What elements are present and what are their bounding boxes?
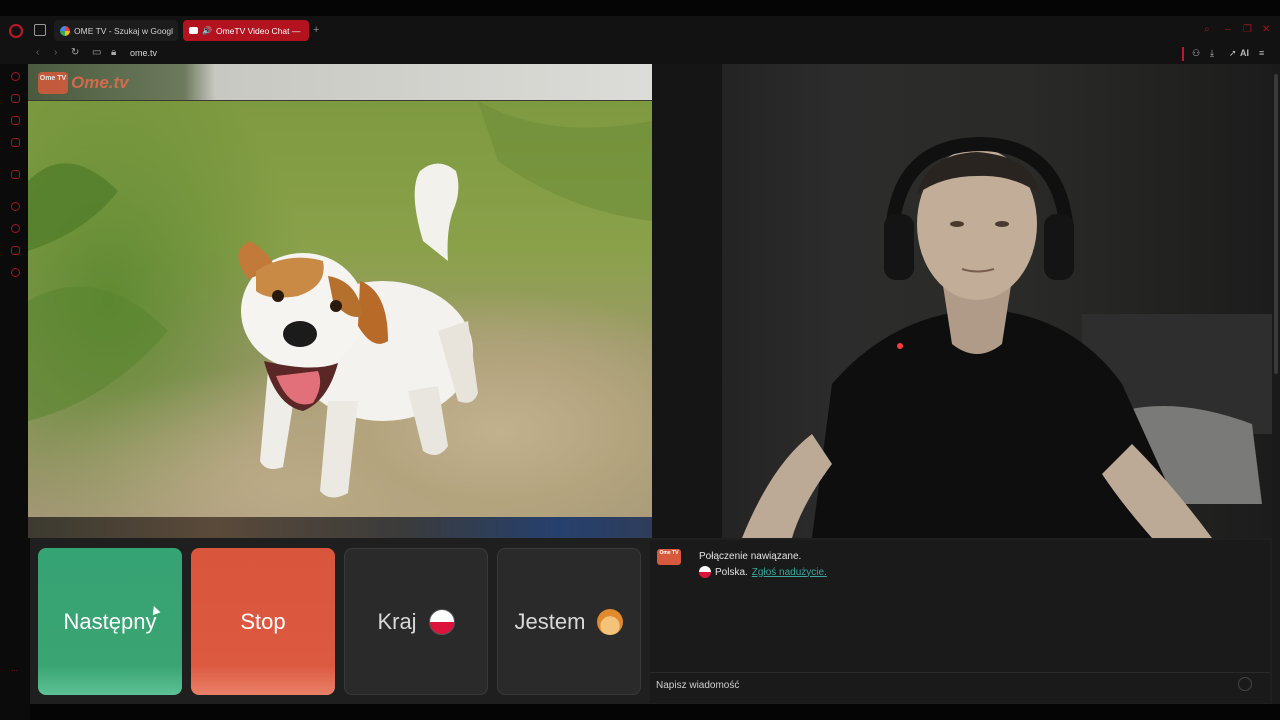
google-icon: [60, 25, 70, 36]
forward-icon[interactable]: ›: [54, 47, 57, 59]
chat-panel: Ome TV Połączenie nawiązane. Polska. Zgł…: [650, 540, 1270, 703]
top-strip: [0, 0, 1280, 16]
connection-status: Połączenie nawiązane.: [699, 551, 802, 562]
reload-icon[interactable]: ↻: [71, 47, 79, 59]
stranger-video: [652, 64, 1272, 538]
chat-ometv-logo: Ome TV: [657, 549, 681, 565]
report-abuse-link[interactable]: Zgłoś nadużycie.: [752, 567, 827, 578]
next-button-label: Następny: [63, 608, 157, 634]
close-window-icon[interactable]: ✕: [1262, 25, 1270, 35]
toolbar-divider: [1182, 47, 1184, 61]
minimize-icon[interactable]: –: [1225, 25, 1231, 35]
chat-message-input[interactable]: [656, 677, 1226, 693]
own-video: Ome TV Ome.tv: [28, 64, 652, 538]
maximize-icon[interactable]: ❐: [1243, 25, 1252, 35]
search-tabs-icon[interactable]: ⌕: [1204, 25, 1210, 35]
tab-ometv[interactable]: 🔊 OmeTV Video Chat —: [183, 20, 309, 41]
opera-menu-icon[interactable]: [9, 24, 23, 38]
tab-overview-icon[interactable]: [34, 24, 46, 36]
history-icon[interactable]: [11, 202, 20, 211]
download-icon[interactable]: ⤓: [1210, 47, 1214, 59]
poland-flag-icon: [428, 608, 455, 635]
chat-input-bar: [650, 672, 1270, 696]
tab-label: OME TV - Szukaj w Googl: [74, 25, 174, 36]
dog-photo: [28, 101, 652, 517]
menu-icon[interactable]: ≡: [1259, 47, 1264, 59]
tab-bar: OME TV - Szukaj w Googl 🔊 OmeTV Video Ch…: [0, 16, 1280, 44]
address-bar: ‹ › ↻ ▭ 🔒︎ ome.tv ⚇ ⤓ ➚ AI ≡: [0, 44, 1280, 64]
ai-label[interactable]: AI: [1240, 47, 1249, 59]
wallet-icon[interactable]: [11, 94, 20, 103]
whatsapp-icon[interactable]: [11, 170, 20, 179]
country-button-label: Kraj: [377, 608, 417, 634]
stop-button[interactable]: Stop: [191, 548, 335, 695]
tab-google-search[interactable]: OME TV - Szukaj w Googl: [54, 20, 178, 41]
person-silhouette: [652, 64, 1272, 538]
extensions-icon[interactable]: [11, 246, 20, 255]
emoji-icon[interactable]: [1238, 677, 1252, 691]
stop-button-label: Stop: [240, 608, 286, 634]
sidebar-more-icon[interactable]: ⋯: [11, 667, 20, 676]
ometv-logo: Ome TV Ome.tv: [38, 72, 129, 94]
person-emoji-icon: [597, 608, 624, 635]
next-button[interactable]: Następny: [38, 548, 182, 695]
scrollbar-thumb[interactable]: [1274, 74, 1278, 374]
browser-sidebar: ⋯: [0, 64, 30, 720]
ai-prompt-icon[interactable]: ➚: [1229, 47, 1237, 59]
gender-button-label: Jestem: [514, 608, 586, 634]
ometv-icon: [189, 27, 198, 34]
poland-flag-icon: [699, 566, 711, 578]
profile-icon[interactable]: ⚇: [1192, 47, 1200, 59]
back-icon[interactable]: ‹: [36, 47, 39, 59]
video-bottom-strip: [28, 517, 652, 538]
page-scrollbar[interactable]: [1272, 64, 1280, 704]
stranger-country-line: Polska. Zgłoś nadużycie.: [699, 566, 827, 578]
dog-illustration: [28, 101, 652, 498]
url-field[interactable]: ome.tv: [130, 48, 157, 58]
tab-label: OmeTV Video Chat —: [215, 25, 301, 36]
stranger-country: Polska.: [715, 566, 748, 578]
aria-icon[interactable]: [11, 72, 20, 81]
settings-icon[interactable]: [11, 268, 20, 277]
clock-icon[interactable]: [11, 224, 20, 233]
ometv-logo-box: Ome TV: [38, 72, 68, 94]
gender-button[interactable]: Jestem: [497, 548, 641, 695]
new-tab-button[interactable]: +: [313, 24, 319, 36]
country-button[interactable]: Kraj: [344, 548, 488, 695]
ometv-logo-text: Ome.tv: [71, 73, 129, 92]
camera-icon[interactable]: ▭: [92, 47, 101, 59]
lock-icon[interactable]: 🔒︎: [111, 47, 116, 59]
messenger-icon[interactable]: [11, 116, 20, 125]
speaker-icon[interactable]: 🔊: [202, 26, 212, 35]
player-icon[interactable]: [11, 138, 20, 147]
